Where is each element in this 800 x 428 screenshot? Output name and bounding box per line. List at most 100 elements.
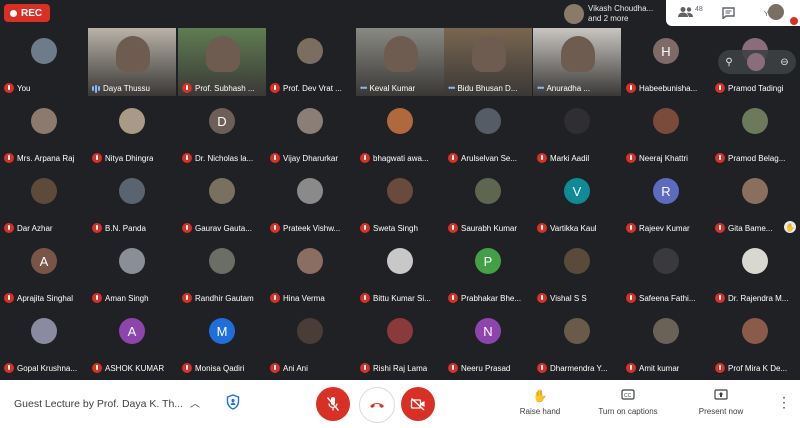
participant-tile[interactable]: Randhir Gautam — [178, 238, 266, 306]
participant-name: B.N. Panda — [105, 223, 146, 233]
participant-tile[interactable]: P Prabhakar Bhe... — [444, 238, 532, 306]
presenter-info[interactable]: Vikash Choudha... and 2 more — [564, 2, 664, 26]
participant-tile[interactable]: Gopal Krushna... — [0, 308, 88, 376]
participant-tile[interactable]: Gita Bame... ✋ — [711, 168, 799, 236]
chevron-up-icon[interactable]: ︿ — [190, 395, 200, 410]
participant-tile[interactable]: Aman Singh — [88, 238, 176, 306]
camera-toggle-button[interactable] — [401, 387, 435, 421]
participant-name: Dar Azhar — [17, 223, 53, 233]
leave-call-button[interactable] — [359, 387, 395, 423]
participant-name-bar: Mrs. Arpana Raj — [4, 153, 84, 163]
participant-tile[interactable]: Mrs. Arpana Raj — [0, 98, 88, 166]
mic-muted-icon — [92, 293, 102, 303]
participant-avatar — [31, 108, 57, 134]
participant-name: Pramod Belag... — [728, 153, 786, 163]
participant-tile[interactable]: Gaurav Gauta... — [178, 168, 266, 236]
participant-avatar — [297, 248, 323, 274]
participant-tile[interactable]: ••• Keval Kumar — [356, 28, 444, 96]
present-now-button[interactable]: Present now — [681, 389, 761, 416]
participant-tile[interactable]: Prof Mira K De... — [711, 308, 799, 376]
shield-icon[interactable] — [226, 394, 240, 410]
participant-tile[interactable]: Prateek Vishw... — [266, 168, 354, 236]
participant-name: Marki Aadil — [550, 153, 590, 163]
mic-muted-icon — [715, 223, 725, 233]
participant-tile[interactable]: Hina Verma — [266, 238, 354, 306]
participant-tile[interactable]: ••• Anuradha ... — [533, 28, 621, 96]
participant-tile[interactable]: R Rajeev Kumar — [622, 168, 710, 236]
participant-avatar — [742, 318, 768, 344]
participant-tile[interactable]: Prof. Subhash ... — [178, 28, 266, 96]
mic-muted-icon — [182, 153, 192, 163]
participant-tile[interactable]: Daya Thussu — [88, 28, 176, 96]
chat-button[interactable] — [722, 7, 735, 19]
mic-muted-icon — [626, 223, 636, 233]
participant-tile[interactable]: Arulselvan Se... — [444, 98, 532, 166]
meeting-title[interactable]: Guest Lecture by Prof. Daya K. Th... — [14, 398, 183, 410]
participant-tile[interactable]: Neeraj Khattri — [622, 98, 710, 166]
participant-tile[interactable]: Ani Ani — [266, 308, 354, 376]
participant-tile[interactable]: M Monisa Qadiri — [178, 308, 266, 376]
more-options-icon[interactable]: ⋮ — [777, 394, 791, 411]
pin-icon[interactable]: ⚲ — [725, 57, 732, 68]
microphone-toggle-button[interactable] — [316, 387, 350, 421]
participant-tile[interactable]: Saurabh Kumar — [444, 168, 532, 236]
tile-avatar-preview — [747, 53, 766, 71]
mic-muted-icon — [270, 363, 280, 373]
participant-name: Bittu Kumar Si... — [373, 293, 431, 303]
participant-tile[interactable]: Pramod Belag... — [711, 98, 799, 166]
participant-tile[interactable]: ••• Bidu Bhusan D... — [444, 28, 532, 96]
participant-tile[interactable]: Dar Azhar — [0, 168, 88, 236]
participant-tile[interactable]: Safeena Fathi... — [622, 238, 710, 306]
participant-name-bar: You — [4, 83, 84, 93]
participant-tile[interactable]: D Dr. Nicholas la... — [178, 98, 266, 166]
participant-avatar — [119, 178, 145, 204]
mic-muted-icon — [537, 363, 547, 373]
participant-tile[interactable]: Vishal S S — [533, 238, 621, 306]
record-dot-icon — [10, 9, 17, 17]
captions-button[interactable]: CC Turn on captions — [588, 389, 668, 416]
participant-tile[interactable]: bhagwati awa... — [356, 98, 444, 166]
participant-name: Rishi Raj Lama — [373, 363, 428, 373]
participant-tile[interactable]: Dharmendra Y... — [533, 308, 621, 376]
participant-tile[interactable]: Bittu Kumar Si... — [356, 238, 444, 306]
mic-muted-icon — [448, 223, 458, 233]
participant-name: Pramod Tadingi — [728, 83, 784, 93]
participant-avatar — [297, 38, 323, 64]
participant-avatar — [653, 108, 679, 134]
participant-name: Bidu Bhusan D... — [457, 83, 518, 93]
self-avatar[interactable] — [768, 4, 784, 20]
participant-tile[interactable]: A Aprajita Singhal — [0, 238, 88, 306]
mic-muted-icon — [182, 293, 192, 303]
raise-hand-button[interactable]: ✋ Raise hand — [500, 389, 580, 416]
participant-avatar: H — [653, 38, 679, 64]
tile-hover-tools: ⚲ ⊖ — [718, 50, 796, 74]
avatar-initial: P — [483, 253, 493, 269]
participant-tile[interactable]: Rishi Raj Lama — [356, 308, 444, 376]
participant-tile[interactable]: Sweta Singh — [356, 168, 444, 236]
participant-tile[interactable]: Amit kumar — [622, 308, 710, 376]
mic-muted-icon — [626, 83, 636, 93]
participant-tile[interactable]: A ASHOK KUMAR — [88, 308, 176, 376]
speaking-indicator-icon — [92, 84, 100, 93]
participant-avatar — [387, 178, 413, 204]
participant-avatar — [475, 108, 501, 134]
participant-name-bar: Aprajita Singhal — [4, 293, 84, 303]
participant-tile[interactable]: V Vartikka Kaul — [533, 168, 621, 236]
participant-tile[interactable]: You — [0, 28, 88, 96]
participant-avatar — [297, 108, 323, 134]
participant-tile[interactable]: Vijay Dharurkar — [266, 98, 354, 166]
participant-tile[interactable]: Prof. Dev Vrat ... — [266, 28, 354, 96]
participant-name-bar: Prof. Subhash ... — [182, 83, 262, 93]
camera-off-icon — [410, 397, 425, 411]
participant-name: Saurabh Kumar — [461, 223, 518, 233]
participant-tile[interactable]: H Habeebunisha... — [622, 28, 710, 96]
remove-icon[interactable]: ⊖ — [780, 57, 788, 68]
participant-tile[interactable]: B.N. Panda — [88, 168, 176, 236]
participant-tile[interactable]: Marki Aadil — [533, 98, 621, 166]
participant-name-bar: Prof. Dev Vrat ... — [270, 83, 350, 93]
participant-tile[interactable]: N Neeru Prasad — [444, 308, 532, 376]
participant-tile[interactable]: Dr. Rajendra M... — [711, 238, 799, 306]
participant-tile[interactable]: Nitya Dhingra — [88, 98, 176, 166]
participant-name: Prabhakar Bhe... — [461, 293, 522, 303]
participants-button[interactable]: 48 — [678, 6, 703, 18]
